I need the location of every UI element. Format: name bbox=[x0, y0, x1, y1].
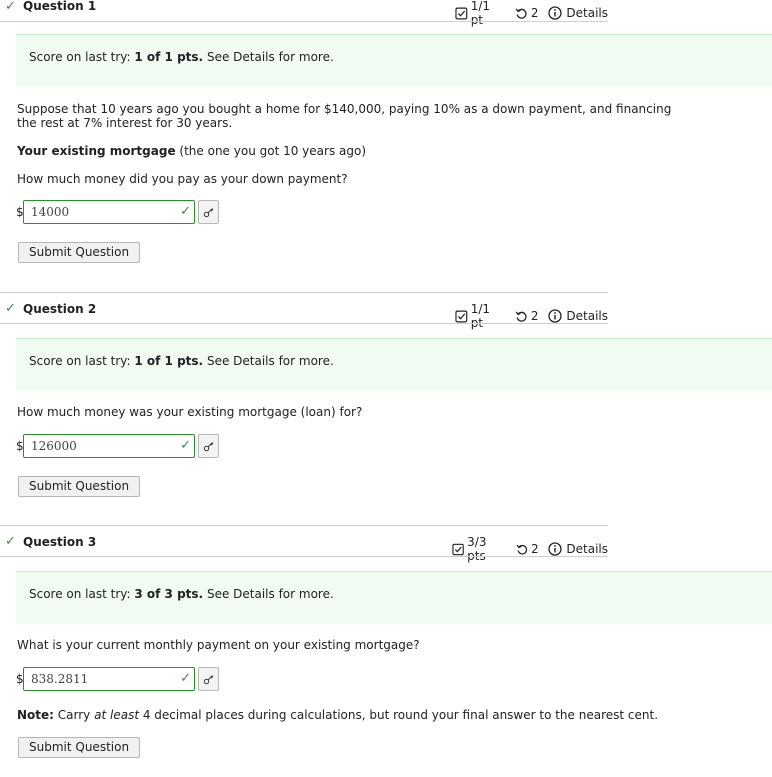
header-divider bbox=[0, 323, 608, 324]
question-prompt: How much money was your existing mortgag… bbox=[17, 405, 363, 419]
submit-question-button[interactable]: Submit Question bbox=[18, 242, 141, 263]
checkbox-icon bbox=[455, 310, 468, 322]
answer-input[interactable]: 14000 ✓ bbox=[23, 200, 195, 224]
correct-check-icon: ✓ bbox=[180, 671, 191, 686]
answer-value[interactable]: 838.2811 bbox=[31, 672, 88, 686]
details-link[interactable]: Details bbox=[548, 542, 608, 556]
submit-question-button[interactable]: Submit Question bbox=[18, 476, 141, 497]
question-title: Question 3 bbox=[23, 535, 97, 549]
submit-question-button[interactable]: Submit Question bbox=[18, 737, 141, 758]
points-text: 1/1 pt bbox=[470, 0, 490, 27]
info-icon bbox=[548, 6, 563, 20]
attempts-count: 2 bbox=[530, 6, 539, 20]
correct-check-icon: ✓ bbox=[5, 0, 16, 14]
correct-check-icon: ✓ bbox=[180, 204, 191, 219]
correct-check-icon: ✓ bbox=[5, 534, 16, 549]
answer-input[interactable]: 126000 ✓ bbox=[23, 434, 195, 458]
retry-icon bbox=[515, 8, 527, 19]
question-1-header: ✓ Question 1 1/1 pt 2 Details bbox=[0, 0, 608, 27]
info-icon bbox=[548, 309, 563, 323]
correct-check-icon: ✓ bbox=[5, 301, 16, 316]
answer-input[interactable]: 838.2811 ✓ bbox=[23, 667, 195, 691]
retry-icon bbox=[515, 311, 527, 322]
key-button[interactable] bbox=[198, 200, 219, 224]
checkbox-icon bbox=[452, 543, 464, 555]
question-meta: 1/1 pt 2 Details bbox=[455, 302, 608, 330]
attempts-count: 2 bbox=[530, 309, 539, 323]
details-label[interactable]: Details bbox=[566, 6, 608, 20]
question-3-header: ✓ Question 3 3/3 pts 2 Details bbox=[0, 525, 608, 563]
question-title: Question 2 bbox=[23, 302, 97, 316]
info-icon bbox=[548, 542, 563, 556]
question-2-header: ✓ Question 2 1/1 pt 2 Details bbox=[0, 292, 608, 330]
question-meta: 3/3 pts 2 Details bbox=[452, 535, 608, 563]
checkbox-icon bbox=[455, 7, 468, 19]
details-link[interactable]: Details bbox=[548, 6, 608, 20]
score-value: 1 of 1 pts. bbox=[134, 354, 204, 368]
correct-check-icon: ✓ bbox=[180, 438, 191, 453]
score-text: Score on last try: 1 of 1 pts. See Detai… bbox=[29, 50, 334, 64]
question-prompt: What is your current monthly payment on … bbox=[17, 638, 420, 652]
key-icon bbox=[203, 674, 214, 684]
header-divider bbox=[0, 21, 608, 22]
score-text: Score on last try: 1 of 1 pts. See Detai… bbox=[29, 354, 334, 368]
points-text: 1/1 pt bbox=[470, 302, 490, 330]
score-value: 1 of 1 pts. bbox=[134, 50, 204, 64]
scenario-text: Suppose that 10 years ago you bought a h… bbox=[17, 102, 672, 130]
key-icon bbox=[203, 207, 214, 217]
answer-value[interactable]: 14000 bbox=[31, 205, 69, 219]
score-text: Score on last try: 3 of 3 pts. See Detai… bbox=[29, 587, 334, 601]
score-banner: Score on last try: 3 of 3 pts. See Detai… bbox=[16, 571, 772, 624]
key-button[interactable] bbox=[198, 667, 219, 691]
details-label[interactable]: Details bbox=[566, 542, 608, 556]
answer-value[interactable]: 126000 bbox=[31, 439, 77, 453]
section-divider bbox=[0, 525, 608, 526]
question-title: Question 1 bbox=[23, 0, 97, 13]
retry-icon bbox=[516, 544, 527, 554]
details-link[interactable]: Details bbox=[548, 309, 608, 323]
header-divider bbox=[0, 556, 608, 557]
attempts-count: 2 bbox=[531, 542, 539, 556]
score-value: 3 of 3 pts. bbox=[134, 587, 204, 601]
details-label[interactable]: Details bbox=[566, 309, 608, 323]
calculation-note: Note: Carry at least 4 decimal places du… bbox=[17, 708, 659, 722]
key-icon bbox=[203, 441, 214, 451]
section-divider bbox=[0, 292, 608, 293]
key-button[interactable] bbox=[198, 434, 219, 458]
score-banner: Score on last try: 1 of 1 pts. See Detai… bbox=[16, 34, 772, 87]
score-banner: Score on last try: 1 of 1 pts. See Detai… bbox=[16, 338, 772, 391]
question-meta: 1/1 pt 2 Details bbox=[455, 0, 608, 27]
question-prompt: How much money did you pay as your down … bbox=[17, 172, 348, 186]
existing-mortgage-heading: Your existing mortgage (the one you got … bbox=[17, 144, 367, 158]
points-text: 3/3 pts bbox=[467, 535, 487, 563]
